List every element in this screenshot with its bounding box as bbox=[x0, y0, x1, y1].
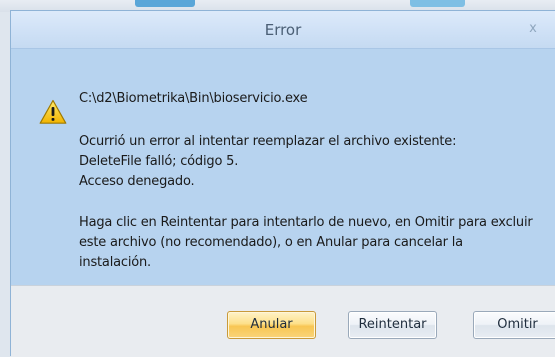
close-button[interactable]: x bbox=[524, 20, 542, 38]
help-text-line: Haga clic en Reintentar para intentarlo … bbox=[79, 215, 533, 230]
background-tab bbox=[410, 0, 465, 7]
help-text-line: este archivo (no recomendado), o en Anul… bbox=[79, 235, 463, 250]
dialog-title: Error bbox=[264, 21, 302, 39]
error-dialog: Error x C:\d2\Biometrika\Bin\bioservicio… bbox=[10, 10, 555, 357]
error-text-line: Ocurrió un error al intentar reemplazar … bbox=[79, 134, 457, 149]
warning-icon bbox=[39, 99, 67, 124]
abort-button[interactable]: Anular bbox=[227, 311, 316, 339]
file-path: C:\d2\Biometrika\Bin\bioservicio.exe bbox=[79, 91, 308, 106]
retry-button[interactable]: Reintentar bbox=[348, 311, 437, 339]
message-area: C:\d2\Biometrika\Bin\bioservicio.exe Ocu… bbox=[11, 49, 555, 285]
button-bar: Anular Reintentar Omitir bbox=[11, 285, 555, 357]
help-text-line: instalación. bbox=[79, 255, 151, 270]
title-bar[interactable]: Error x bbox=[11, 11, 555, 49]
error-text-line: Acceso denegado. bbox=[79, 174, 195, 189]
skip-button[interactable]: Omitir bbox=[473, 311, 555, 339]
error-text-line: DeleteFile falló; código 5. bbox=[79, 154, 239, 169]
close-icon: x bbox=[529, 21, 537, 36]
background-tab bbox=[135, 0, 195, 7]
